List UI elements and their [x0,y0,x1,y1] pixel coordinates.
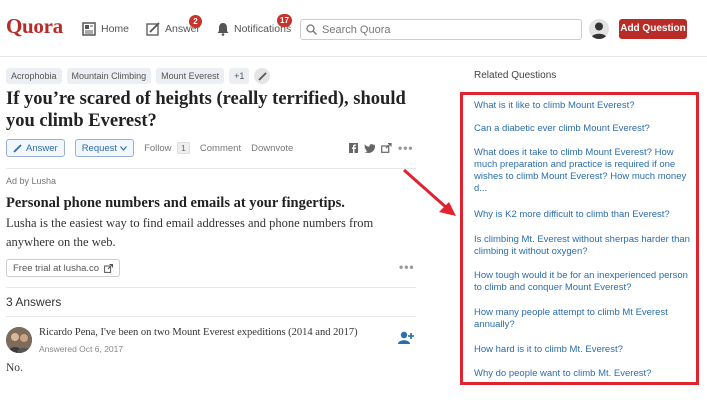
answer-author: Ricardo Pena, I've been on two Mount Eve… [39,327,358,338]
twitter-icon[interactable] [364,143,375,153]
add-question-button[interactable]: Add Question [619,19,687,39]
chevron-down-icon [120,145,128,151]
topic-mountain-climbing[interactable]: Mountain Climbing [66,68,152,84]
answer-date[interactable]: Answered Oct 6, 2017 [39,344,123,354]
user-avatar[interactable] [589,19,609,39]
topic-list: Acrophobia Mountain Climbing Mount Evere… [6,68,271,84]
answer-text: No. [6,362,23,374]
more-options-icon[interactable]: ••• [398,141,414,155]
topic-more[interactable]: +1 [229,68,250,84]
related-question-link[interactable]: Why do people want to climb Mt. Everest? [474,368,694,380]
pencil-icon [13,143,22,153]
related-question-link[interactable]: How tough would it be for an inexperienc… [474,270,694,294]
nav-home-label: Home [101,23,130,35]
ad-body: Lusha is the easiest way to find email a… [6,216,374,249]
ad-cta-button[interactable]: Free trial at lusha.co [6,259,121,277]
divider [6,316,416,317]
bell-icon [217,23,229,36]
notifications-badge: 17 [277,14,292,27]
comment-button[interactable]: Comment [200,143,241,154]
answer-author-name[interactable]: Ricardo Pena, [39,327,98,338]
search-icon [306,24,317,35]
pencil-icon [258,71,267,81]
search-bar[interactable] [300,19,582,40]
quora-logo[interactable]: Quora [6,14,63,39]
ad-cta-label: Free trial at lusha.co [13,262,100,274]
topic-acrophobia[interactable]: Acrophobia [6,68,62,84]
related-question-link[interactable]: Can a diabetic ever climb Mount Everest? [474,123,694,135]
divider [6,287,416,288]
search-input[interactable] [322,23,572,36]
related-question-link[interactable]: What does it take to climb Mount Everest… [474,147,694,195]
edit-topics-button[interactable] [254,68,271,84]
follow-count: 1 [177,142,190,154]
answers-count: 3 Answers [6,295,62,309]
answer-badge: 2 [189,15,202,28]
answer-button[interactable]: Answer [6,139,65,157]
topic-mount-everest[interactable]: Mount Everest [156,68,225,84]
divider [6,168,416,169]
ad-more-options-icon[interactable]: ••• [399,260,415,274]
follow-user-button[interactable] [398,331,414,349]
top-nav-bar: Quora Home Answer 2 Notifications 17 Sea… [0,0,707,57]
answer-author-credential: I've been on two Mount Everest expeditio… [97,327,358,338]
related-question-link[interactable]: Is climbing Mt. Everest without sherpas … [474,234,694,258]
follow-button[interactable]: Follow 1 [144,142,190,154]
share-icon[interactable] [381,143,392,153]
related-question-link[interactable]: How hard is it to climb Mt. Everest? [474,344,694,356]
related-question-link[interactable]: Why is K2 more difficult to climb than E… [474,209,694,221]
external-link-icon [104,263,114,273]
home-icon [82,22,96,36]
share-icons: ••• [349,141,420,155]
question-actions: Answer Request Follow 1 Comment Downvote [6,139,293,157]
question-title[interactable]: If you’re scared of heights (really terr… [6,88,426,132]
user-silhouette-icon [589,19,609,39]
follow-label: Follow [144,143,172,154]
ad-label: Ad by Lusha [6,176,57,186]
related-questions-title: Related Questions [474,70,557,81]
nav-home[interactable]: Home [82,18,129,40]
add-user-icon [398,331,414,344]
request-button[interactable]: Request [74,139,135,157]
related-question-link[interactable]: How many people attempt to climb Mt Ever… [474,307,694,331]
answer-author-avatar[interactable] [6,327,32,353]
ad-title[interactable]: Personal phone numbers and emails at you… [6,195,345,212]
red-arrow-annotation [403,168,456,216]
answer-button-label: Answer [26,142,58,154]
related-question-link[interactable]: What is it like to climb Mount Everest? [474,100,694,112]
pencil-square-icon [146,22,160,36]
request-button-label: Request [81,142,118,154]
downvote-button[interactable]: Downvote [251,143,293,154]
facebook-icon[interactable] [349,143,358,153]
